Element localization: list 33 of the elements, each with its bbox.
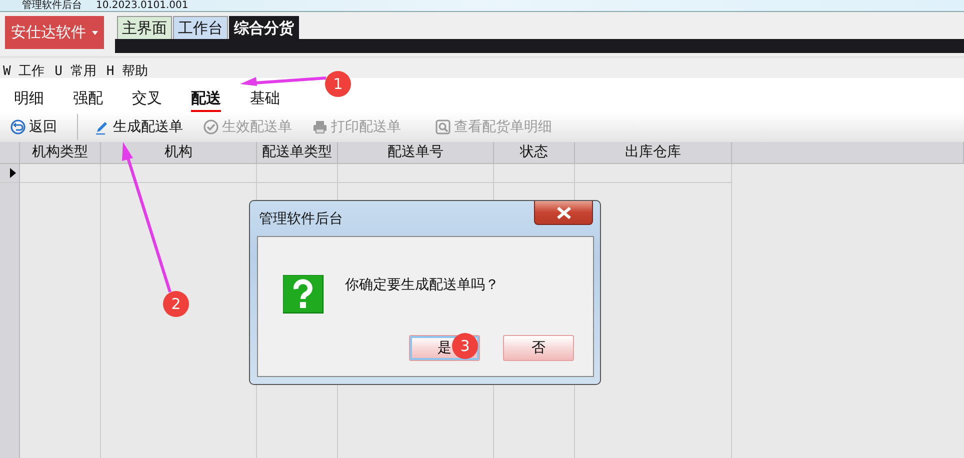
- tab[interactable]: 综合分货: [229, 16, 299, 39]
- column-header: 机构: [101, 142, 257, 164]
- tab[interactable]: 明细: [14, 78, 44, 112]
- dialog-button[interactable]: 否: [503, 335, 574, 361]
- close-icon: [556, 206, 572, 218]
- back-icon: [10, 119, 26, 135]
- tab[interactable]: 交叉: [132, 78, 162, 112]
- toolbar-button[interactable]: 生成配送单: [94, 116, 183, 138]
- column-header: 状态: [494, 142, 575, 164]
- app-menu-button[interactable]: 安仕达软件: [5, 16, 104, 49]
- menu-item[interactable]: U 常用: [54, 62, 96, 78]
- step-number: 1: [325, 71, 351, 97]
- column-header: 出库仓库: [575, 142, 732, 164]
- menu-item[interactable]: H 帮助: [106, 62, 148, 78]
- search-icon: [435, 119, 451, 135]
- window-title: 管理软件后台: [22, 0, 82, 11]
- printer-icon: [312, 119, 328, 135]
- version-text: 10.2023.0101.001: [96, 0, 188, 11]
- column-header: 机构类型: [20, 142, 101, 164]
- pencil-icon: [94, 119, 110, 135]
- dialog-title: 管理软件后台: [259, 210, 343, 229]
- column-header: 配送单号: [338, 142, 494, 164]
- tab[interactable]: 强配: [73, 78, 103, 112]
- dialog-message: 你确定要生成配送单吗？: [345, 276, 499, 295]
- tab[interactable]: 工作台: [173, 16, 228, 39]
- question-icon: [283, 275, 325, 315]
- toolbar-button[interactable]: 返回: [10, 116, 57, 138]
- tab[interactable]: 基础: [250, 78, 280, 112]
- check-circle-icon: [203, 119, 219, 135]
- column-header: 配送单类型: [257, 142, 338, 164]
- menu-item[interactable]: W 工作: [3, 62, 45, 78]
- close-button[interactable]: [534, 201, 593, 225]
- tab[interactable]: 主界面: [117, 16, 172, 39]
